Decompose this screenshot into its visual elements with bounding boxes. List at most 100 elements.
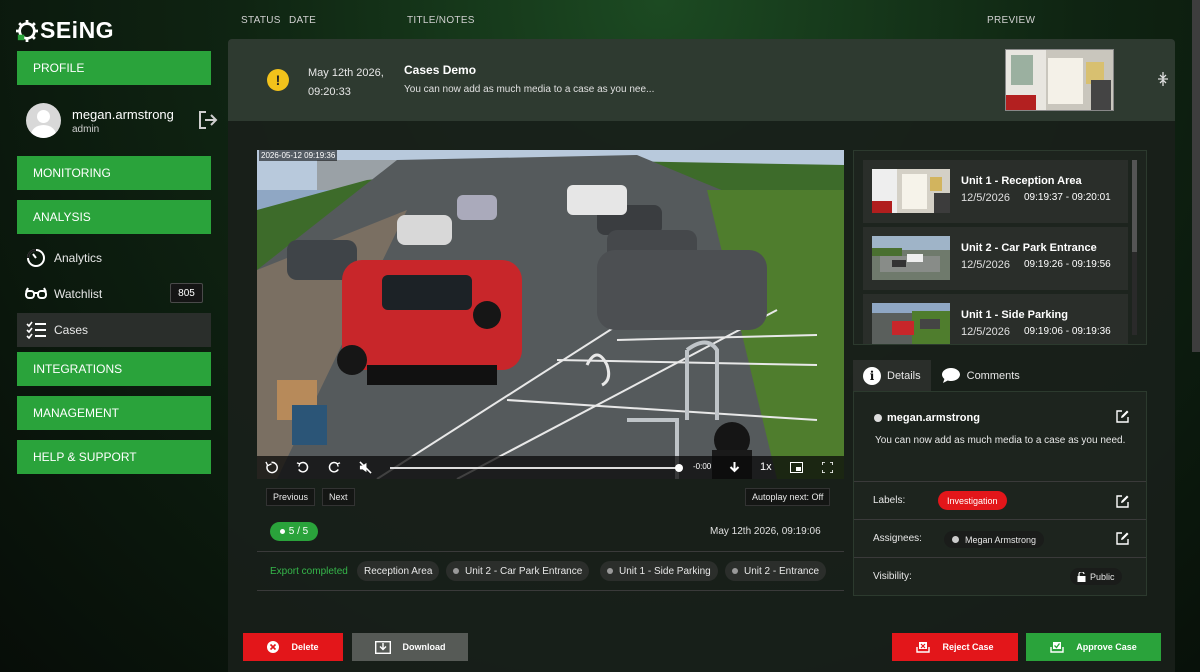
media-count-label: 5 / 5 — [288, 526, 309, 537]
media-date: 12/5/2026 — [961, 259, 1010, 271]
time-remaining: -0:00 — [693, 462, 712, 471]
media-thumbnail — [872, 169, 950, 213]
list-item[interactable]: Unit 1 - Reception Area 12/5/2026 09:19:… — [863, 160, 1128, 223]
sidebar-item-analytics[interactable]: Analytics — [17, 241, 211, 275]
visibility-row: Visibility: Public — [854, 557, 1146, 595]
download-arrow-icon[interactable] — [727, 460, 742, 475]
download-label: Download — [402, 642, 446, 652]
nav-integrations[interactable]: INTEGRATIONS — [17, 352, 211, 386]
author-avatar — [874, 414, 882, 422]
delete-label: Delete — [291, 642, 319, 652]
dashboard-icon — [25, 247, 47, 269]
label-tag[interactable]: Investigation — [938, 491, 1007, 510]
tab-details[interactable]: i Details — [853, 360, 931, 391]
approve-label: Approve Case — [1076, 642, 1137, 652]
video-progress-bar[interactable] — [390, 464, 683, 472]
list-item[interactable]: Unit 1 - Side Parking 12/5/2026 09:19:06… — [863, 294, 1128, 344]
sidebar-item-label: Analytics — [54, 251, 103, 265]
chip-dot — [453, 568, 459, 574]
skip-back-icon[interactable] — [295, 460, 310, 475]
skip-forward-icon[interactable] — [327, 460, 342, 475]
unlock-icon — [1077, 571, 1086, 582]
close-circle-icon — [267, 641, 280, 653]
media-title: Unit 2 - Car Park Entrance — [961, 242, 1097, 254]
delete-button[interactable]: Delete — [243, 633, 343, 661]
media-count-badge: 5 / 5 — [270, 522, 318, 541]
chip-label: Unit 2 - Car Park Entrance — [465, 565, 583, 577]
video-timestamp: 2026-05-12 09:19:36 — [259, 150, 338, 161]
approve-tray-icon — [1050, 642, 1064, 653]
logout-icon[interactable] — [197, 110, 219, 130]
export-status: Export completed — [270, 566, 348, 577]
note-author: megan.armstrong — [874, 412, 980, 424]
media-date: 12/5/2026 — [961, 326, 1010, 338]
reject-tray-icon — [916, 642, 931, 653]
sidebar-item-cases[interactable]: Cases — [17, 313, 211, 347]
media-thumbnail — [872, 236, 950, 280]
case-preview-thumbnail[interactable] — [1005, 49, 1114, 111]
edit-labels-icon[interactable] — [1116, 495, 1129, 508]
export-chip[interactable]: Unit 1 - Side Parking — [600, 561, 718, 581]
download-button[interactable]: Download — [352, 633, 468, 661]
nav-management[interactable]: MANAGEMENT — [17, 396, 211, 430]
labels-label: Labels: — [873, 495, 906, 506]
media-time-range: 09:19:06 - 09:19:36 — [1024, 326, 1111, 337]
recorded-date: May 12th 2026, 09:19:06 — [710, 526, 821, 537]
nav-profile[interactable]: PROFILE — [17, 51, 211, 85]
mute-icon[interactable] — [358, 460, 373, 475]
watchlist-count-badge: 805 — [170, 283, 203, 303]
page-scrollbar[interactable] — [1192, 0, 1200, 352]
export-chip[interactable]: Reception Area — [357, 561, 440, 581]
next-button[interactable]: Next — [322, 488, 355, 506]
media-time-range: 09:19:37 - 09:20:01 — [1024, 192, 1111, 203]
media-time-range: 09:19:26 - 09:19:56 — [1024, 259, 1111, 270]
reject-case-button[interactable]: Reject Case — [892, 633, 1018, 661]
edit-note-icon[interactable] — [1116, 410, 1129, 423]
rewind-icon[interactable] — [264, 460, 279, 475]
assignees-row: Assignees: Megan Armstrong — [854, 519, 1146, 557]
sidebar-item-watchlist[interactable]: Watchlist 805 — [17, 277, 211, 311]
autoplay-toggle[interactable]: Autoplay next: Off — [745, 488, 831, 506]
case-note: You can now add as much media to a case … — [404, 84, 655, 95]
export-chip-row: Export completed Reception Area Unit 2 -… — [257, 551, 844, 591]
media-list-scrollbar[interactable] — [1132, 160, 1137, 335]
picture-in-picture-icon[interactable] — [789, 460, 804, 475]
previous-button[interactable]: Previous — [266, 488, 316, 506]
video-player[interactable]: 2026-05-12 09:19:36 -0:00 1x — [257, 150, 844, 479]
details-panel: megan.armstrong You can now add as much … — [853, 391, 1147, 596]
approve-case-button[interactable]: Approve Case — [1026, 633, 1161, 661]
author-name: megan.armstrong — [887, 412, 980, 424]
tab-label: Details — [887, 369, 921, 382]
brand-name: SEiNG — [40, 17, 115, 43]
reject-label: Reject Case — [942, 642, 994, 652]
visibility-value: Public — [1090, 571, 1115, 582]
assignees-label: Assignees: — [873, 533, 922, 544]
case-date: May 12th 2026, 09:20:33 — [308, 64, 384, 102]
nav-help-support[interactable]: HELP & SUPPORT — [17, 440, 211, 474]
brand-logo[interactable]: SEiNG — [16, 17, 114, 44]
tab-label: Comments — [966, 369, 1020, 382]
case-date-day: May 12th 2026, — [308, 67, 384, 79]
edit-assignees-icon[interactable] — [1116, 532, 1129, 545]
playback-speed[interactable]: 1x — [760, 461, 772, 473]
media-title: Unit 1 - Side Parking — [961, 309, 1068, 321]
glasses-icon — [25, 283, 47, 305]
sidebar: SEiNG PROFILE megan.armstrong admin MONI… — [0, 0, 228, 672]
collapse-icon[interactable] — [1157, 72, 1169, 86]
tab-comments[interactable]: Comments — [931, 360, 1030, 391]
export-chip[interactable]: Unit 2 - Entrance — [725, 561, 827, 581]
case-row[interactable]: ! May 12th 2026, 09:20:33 Cases Demo You… — [228, 39, 1175, 121]
avatar — [26, 103, 61, 138]
nav-analysis[interactable]: ANALYSIS — [17, 200, 211, 234]
chip-dot — [732, 568, 738, 574]
nav-monitoring[interactable]: MONITORING — [17, 156, 211, 190]
export-chip[interactable]: Unit 2 - Car Park Entrance — [446, 561, 590, 581]
fullscreen-icon[interactable] — [820, 460, 835, 475]
video-controls: -0:00 1x — [257, 456, 844, 479]
user-role: admin — [72, 124, 100, 135]
download-tray-icon — [374, 640, 391, 654]
chip-dot — [607, 568, 613, 574]
assignee-chip[interactable]: Megan Armstrong — [944, 531, 1045, 548]
list-item[interactable]: Unit 2 - Car Park Entrance 12/5/2026 09:… — [863, 227, 1128, 290]
visibility-chip[interactable]: Public — [1070, 568, 1122, 585]
